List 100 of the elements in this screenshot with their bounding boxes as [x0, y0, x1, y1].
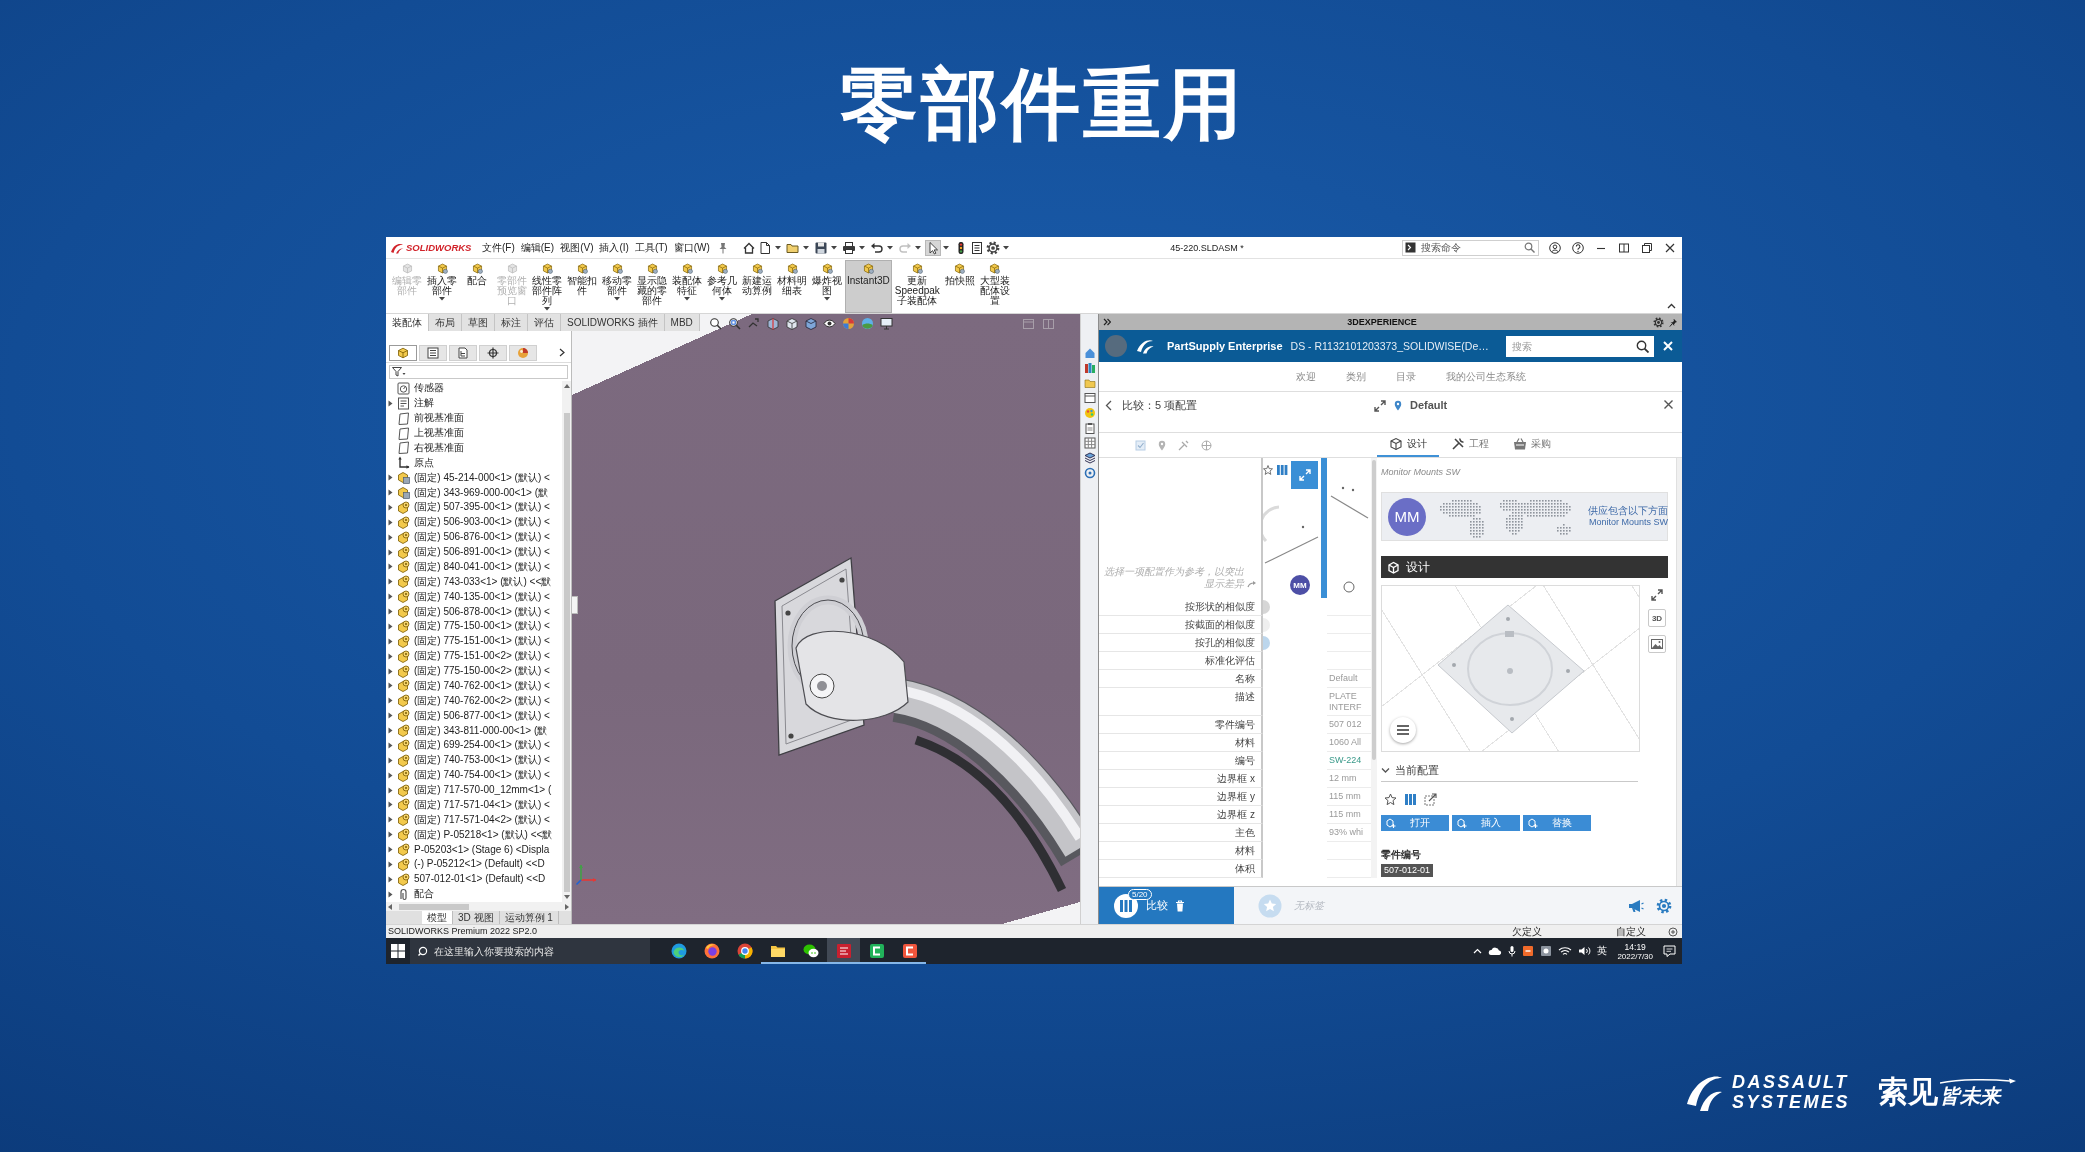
tree-item-label[interactable]: (-) P-05212<1> (Default) <<D	[414, 858, 545, 871]
compare-bar[interactable]: 5/20 比较	[1099, 887, 1234, 924]
tree-item-label[interactable]: (固定) 717-571-04<1> (默认) <	[414, 798, 550, 811]
status-text[interactable]: 自定义	[1616, 926, 1646, 937]
app-tile-icon[interactable]	[1540, 945, 1553, 957]
ribbon-button[interactable]: 爆炸视图	[810, 260, 844, 302]
menu-item[interactable]: 编辑(E)	[520, 241, 555, 254]
expand-arrow-icon[interactable]	[388, 503, 393, 511]
tree-item-label[interactable]: (固定) 507-395-00<1> (默认) <	[414, 501, 550, 514]
help-icon[interactable]	[1572, 241, 1584, 254]
tree-item-label[interactable]: (固定) 717-570-00_12mm<1> (	[414, 784, 552, 797]
tree-item-label[interactable]: (固定) 506-876-00<1> (默认) <	[414, 531, 550, 544]
ribbon-button[interactable]: 配合	[460, 260, 494, 287]
expand-arrow-icon[interactable]	[388, 890, 393, 898]
tree-item-label[interactable]: (固定) 775-150-00<1> (默认) <	[414, 620, 550, 633]
tree-item-label[interactable]: (固定) 775-151-00<2> (默认) <	[414, 650, 550, 663]
tree-item-label[interactable]: (固定) 740-754-00<1> (默认) <	[414, 769, 550, 782]
tree-item-label[interactable]: (固定) 740-762-00<2> (默认) <	[414, 694, 550, 707]
microphone-icon[interactable]	[1508, 945, 1517, 957]
pointer-icon[interactable]	[925, 240, 940, 255]
expand-arrow-icon[interactable]	[388, 682, 393, 690]
clipboard-icon[interactable]	[1083, 422, 1096, 434]
search-icon[interactable]	[1636, 339, 1649, 353]
expand-arrow-icon[interactable]	[388, 846, 393, 854]
tree-item-label[interactable]: 右视基准面	[414, 441, 464, 454]
panel-tab[interactable]	[509, 344, 537, 361]
save-icon[interactable]	[813, 240, 828, 255]
tree-item-label[interactable]: (固定) 506-891-00<1> (默认) <	[414, 546, 550, 559]
pin-icon[interactable]	[1669, 317, 1678, 327]
section-tab[interactable]: 设计	[1377, 433, 1439, 457]
zoom-fit-icon[interactable]	[709, 317, 722, 330]
eye-icon[interactable]	[823, 317, 836, 330]
action-button[interactable]: 打开	[1381, 815, 1449, 831]
logo-icon[interactable]	[1135, 337, 1155, 355]
megaphone-icon[interactable]	[1628, 898, 1644, 913]
expand-button[interactable]	[1291, 461, 1318, 489]
expand-arrow-icon[interactable]	[388, 578, 393, 586]
double-chevron-icon[interactable]	[1103, 318, 1111, 326]
expand-arrow-icon[interactable]	[388, 860, 393, 868]
expand-arrow-icon[interactable]	[388, 816, 393, 824]
expand-icon[interactable]	[1374, 399, 1386, 412]
panel-tab[interactable]	[419, 344, 447, 361]
share-arrow-icon[interactable]	[1247, 580, 1256, 588]
columns-icon[interactable]	[1404, 793, 1417, 806]
grid-icon[interactable]	[1083, 437, 1096, 449]
tree-item-label[interactable]: (固定) 840-041-00<1> (默认) <	[414, 560, 550, 573]
taskbar-search-field[interactable]: 在这里输入你要搜索的内容	[410, 938, 650, 964]
speaker-icon[interactable]	[1578, 946, 1592, 956]
caret-icon[interactable]	[886, 245, 893, 250]
collapse-icon[interactable]	[1667, 303, 1676, 309]
printer-icon[interactable]	[841, 240, 856, 255]
vertical-scrollbar[interactable]	[1676, 458, 1682, 886]
layers-icon[interactable]	[1083, 452, 1096, 464]
tree-item-label[interactable]: (固定) 743-033<1> (默认) <<默	[414, 575, 552, 588]
star-circle-icon[interactable]	[1258, 893, 1282, 918]
expand-arrow-icon[interactable]	[388, 756, 393, 764]
split-view-icon[interactable]	[1618, 241, 1630, 254]
expand-arrow-icon[interactable]	[388, 741, 393, 749]
star-icon[interactable]	[1384, 793, 1397, 806]
caret-icon[interactable]	[942, 245, 949, 250]
expand-arrow-icon[interactable]	[388, 593, 393, 601]
vertical-scrollbar[interactable]	[562, 381, 571, 902]
nav-link[interactable]: 我的公司生态系统	[1445, 370, 1526, 383]
action-button[interactable]: 插入	[1452, 815, 1520, 831]
expand-arrow-icon[interactable]	[388, 474, 393, 482]
status-icon[interactable]	[1668, 926, 1678, 937]
gear-icon[interactable]	[1653, 316, 1664, 328]
section-view-icon[interactable]	[766, 317, 779, 330]
image-button[interactable]	[1648, 635, 1666, 653]
expand-arrow-icon[interactable]	[388, 399, 393, 407]
chevron-down-icon[interactable]	[1381, 766, 1390, 775]
restore-icon[interactable]	[1641, 241, 1653, 254]
clock-time[interactable]: 14:19	[1624, 941, 1646, 952]
tree-item-label[interactable]: P-05203<1> (Stage 6) <Displa	[414, 843, 550, 856]
menu-item[interactable]: 插入(I)	[599, 241, 629, 254]
compare-label[interactable]: 比较	[1146, 899, 1168, 912]
tree-item-label[interactable]: (固定) 343-969-000-00<1> (默	[414, 486, 548, 499]
section-tab[interactable]: 采购	[1501, 433, 1563, 457]
tree-item-label[interactable]: (固定) P-05218<1> (默认) <<默	[414, 828, 553, 841]
splitter-handle[interactable]	[572, 596, 578, 614]
menu-button[interactable]	[1390, 717, 1416, 743]
tree-item-label[interactable]: 前视基准面	[414, 412, 464, 425]
ribbon-button[interactable]: 参考几何体	[705, 260, 739, 302]
expand-arrow-icon[interactable]	[388, 771, 393, 779]
expand-arrow-icon[interactable]	[388, 489, 393, 497]
new-file-icon[interactable]	[757, 240, 772, 255]
ribbon-button[interactable]: 线性零部件阵列	[530, 260, 564, 312]
search-field[interactable]: 搜索	[1506, 335, 1654, 357]
expand-arrow-icon[interactable]	[388, 548, 393, 556]
app-tile-icon[interactable]	[1522, 945, 1535, 957]
trash-icon[interactable]	[1175, 899, 1185, 912]
tree-item-label[interactable]: (固定) 740-135-00<1> (默认) <	[414, 590, 550, 603]
account-icon[interactable]	[1549, 241, 1561, 254]
nav-link[interactable]: 欢迎	[1295, 370, 1316, 383]
filter-field[interactable]	[389, 365, 568, 379]
zoom-area-icon[interactable]	[728, 317, 741, 330]
tree-item-label[interactable]: 上视基准面	[414, 427, 464, 440]
tree-item-label[interactable]: (固定) 740-753-00<1> (默认) <	[414, 754, 550, 767]
pin-icon[interactable]	[717, 241, 728, 254]
tree-item-label[interactable]: (固定) 775-150-00<2> (默认) <	[414, 665, 550, 678]
